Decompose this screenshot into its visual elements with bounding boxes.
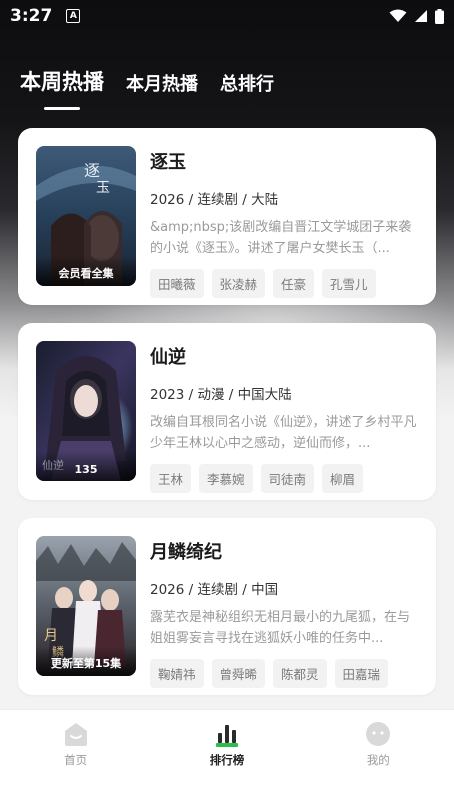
signal-icon <box>415 10 427 22</box>
nav-label: 首页 <box>64 753 88 767</box>
cast-tags: 王林 李慕婉 司徒南 柳眉 <box>150 464 418 493</box>
list-item[interactable]: 仙逆 135 仙逆 2023 / 动漫 / 中国大陆 改编自耳根同名小说《仙逆》… <box>18 323 436 500</box>
item-info: 逐玉 2026 / 连续剧 / 大陆 &amp;nbsp;该剧改编自晋江文学城团… <box>150 146 418 298</box>
cast-tag[interactable]: 柳眉 <box>322 464 364 493</box>
poster-image[interactable]: 逐 玉 会员看全集 <box>36 146 136 286</box>
tab-weekly-hot[interactable]: 本周热播 <box>20 66 104 110</box>
cast-tags: 鞠婧祎 曾舜晞 陈都灵 田嘉瑞 <box>150 659 418 688</box>
item-description: &amp;nbsp;该剧改编自晋江文学城团子来袭的小说《逐玉》。讲述了屠户女樊长… <box>150 220 412 256</box>
nav-label: 排行榜 <box>209 753 245 767</box>
battery-icon <box>435 8 444 24</box>
nav-label: 我的 <box>366 753 390 767</box>
ranking-list: 逐 玉 会员看全集 逐玉 2026 / 连续剧 / 大陆 &amp;nbsp;该… <box>18 128 436 713</box>
poster-badge: 更新至第15集 <box>36 646 136 676</box>
svg-text:玉: 玉 <box>96 180 110 196</box>
cast-tag[interactable]: 鞠婧祎 <box>150 659 204 688</box>
cast-tag[interactable]: 田曦薇 <box>150 269 204 298</box>
cast-tag[interactable]: 李慕婉 <box>199 464 253 493</box>
cast-tags: 田曦薇 张凌赫 任豪 孔雪儿 <box>150 269 418 298</box>
cast-tag[interactable]: 孔雪儿 <box>322 269 376 298</box>
item-meta: 2026 / 连续剧 / 中国 <box>150 582 279 598</box>
item-description: 露芜衣是神秘组织无相月最小的九尾狐，在与姐姐雾妄言寻找在逃狐妖小唯的任务中... <box>150 610 411 646</box>
profile-icon <box>364 720 392 748</box>
svg-text:逐: 逐 <box>84 161 100 180</box>
ranking-icon <box>213 720 241 748</box>
item-info: 月鳞绮纪 2026 / 连续剧 / 中国 露芜衣是神秘组织无相月最小的九尾狐，在… <box>150 536 418 688</box>
tab-monthly-hot[interactable]: 本月热播 <box>126 70 198 110</box>
item-title[interactable]: 仙逆 <box>150 343 418 369</box>
cast-tag[interactable]: 张凌赫 <box>211 269 266 298</box>
item-title[interactable]: 逐玉 <box>150 148 418 174</box>
item-info: 仙逆 2023 / 动漫 / 中国大陆 改编自耳根同名小说《仙逆》，讲述了乡村平… <box>150 341 418 493</box>
item-description: 改编自耳根同名小说《仙逆》，讲述了乡村平凡少年王林以心中之感动，逆仙而修，... <box>150 415 417 451</box>
ranking-tabs: 本周热播 本月热播 总排行 <box>20 66 274 110</box>
cast-tag[interactable]: 司徒南 <box>260 464 315 493</box>
poster-image[interactable]: 月 鳞 更新至第15集 <box>36 536 136 676</box>
cast-tag[interactable]: 任豪 <box>273 269 315 298</box>
status-bar: 3:27 A <box>0 0 454 32</box>
item-meta: 2023 / 动漫 / 中国大陆 <box>150 387 292 403</box>
status-icons <box>389 8 444 24</box>
wifi-icon <box>389 9 407 22</box>
cast-tag[interactable]: 曾舜晞 <box>211 659 266 688</box>
status-time: 3:27 <box>10 6 53 26</box>
nav-profile[interactable]: 我的 <box>303 710 454 807</box>
tab-overall-ranking[interactable]: 总排行 <box>220 70 274 110</box>
item-title[interactable]: 月鳞绮纪 <box>150 538 418 564</box>
cast-tag[interactable]: 田嘉瑞 <box>334 659 389 688</box>
notification-app-icon: A <box>66 9 81 23</box>
poster-image[interactable]: 仙逆 135 <box>36 341 136 481</box>
svg-text:月: 月 <box>44 628 58 644</box>
list-item[interactable]: 月 鳞 更新至第15集 月鳞绮纪 2026 / 连续剧 / 中国 露芜衣是神秘组… <box>18 518 436 695</box>
poster-badge: 会员看全集 <box>36 256 136 286</box>
cast-tag[interactable]: 王林 <box>150 464 192 493</box>
home-icon <box>62 720 90 748</box>
bottom-navigation: 首页 排行榜 我的 <box>0 709 454 807</box>
nav-home[interactable]: 首页 <box>0 710 151 807</box>
poster-badge: 135 <box>36 451 136 481</box>
item-meta: 2026 / 连续剧 / 大陆 <box>150 192 279 208</box>
cast-tag[interactable]: 陈都灵 <box>273 659 327 688</box>
list-item[interactable]: 逐 玉 会员看全集 逐玉 2026 / 连续剧 / 大陆 &amp;nbsp;该… <box>18 128 436 305</box>
nav-ranking[interactable]: 排行榜 <box>151 710 302 807</box>
